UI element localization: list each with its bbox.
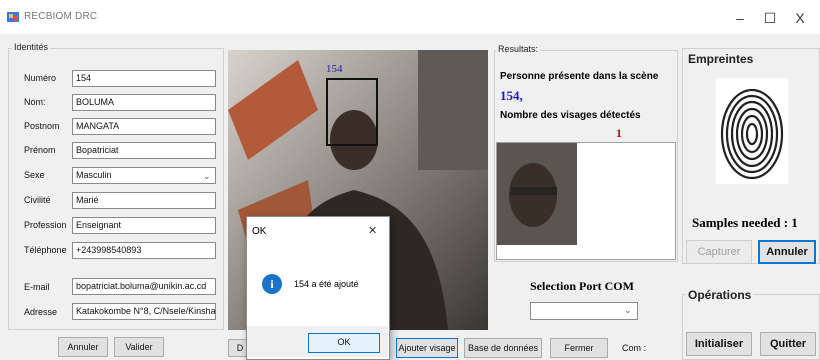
face-label: 154 xyxy=(326,63,343,75)
identity-annuler-button[interactable]: Annuler xyxy=(58,337,108,357)
operations-group-title: Opérations xyxy=(686,288,754,302)
label-postnom: Postnom xyxy=(24,121,60,131)
title-bar: RECBIOM DRC – ☐ X xyxy=(0,0,820,34)
dialog-title: OK xyxy=(252,226,267,237)
valider-button[interactable]: Valider xyxy=(114,337,164,357)
app-icon xyxy=(6,10,20,24)
capturer-button[interactable]: Capturer xyxy=(686,240,752,264)
profession-field[interactable]: Enseignant xyxy=(72,217,216,234)
label-telephone: Téléphone xyxy=(24,245,67,255)
telephone-field[interactable]: +243998540893 xyxy=(72,242,216,259)
fingerprint-group-title: Empreintes xyxy=(686,52,756,66)
label-prenom: Prénom xyxy=(24,145,56,155)
close-button[interactable]: X xyxy=(786,8,814,28)
civilite-field[interactable]: Marié xyxy=(72,192,216,209)
initialiser-button[interactable]: Initialiser xyxy=(686,332,752,356)
ok-button[interactable]: OK xyxy=(308,333,380,353)
dialog-close-icon[interactable]: ✕ xyxy=(368,224,377,237)
prenom-field[interactable]: Bopatriciat xyxy=(72,142,216,159)
port-chevron-down-icon[interactable]: ⌄ xyxy=(624,305,632,316)
samples-needed-label: Samples needed : 1 xyxy=(692,215,798,230)
port-com-label: Selection Port COM xyxy=(530,279,634,293)
identity-group-title: Identités xyxy=(12,42,51,52)
detected-face-panel xyxy=(496,142,676,260)
numero-field[interactable]: 154 xyxy=(72,70,216,87)
label-profession: Profession xyxy=(24,220,67,230)
dialog-message: 154 a été ajouté xyxy=(294,279,359,289)
email-field[interactable]: bopatriciat.boluma@unikin.ac.cd xyxy=(72,278,216,295)
results-faces-label: Nombre des visages détectés xyxy=(500,110,641,121)
label-sexe: Sexe xyxy=(24,170,45,180)
label-adresse: Adresse xyxy=(24,307,58,317)
fingerprint-icon xyxy=(720,88,784,180)
window-title: RECBIOM DRC xyxy=(24,11,98,22)
results-person-id: 154, xyxy=(500,88,523,103)
base-de-donnees-button[interactable]: Base de données xyxy=(464,338,542,358)
info-icon: i xyxy=(262,274,282,294)
fingerprint-image xyxy=(716,78,788,184)
quitter-button[interactable]: Quitter xyxy=(760,332,816,356)
maximize-button[interactable]: ☐ xyxy=(756,8,784,28)
fermer-button[interactable]: Fermer xyxy=(550,338,608,358)
detected-face-image xyxy=(497,143,577,245)
minimize-button[interactable]: – xyxy=(726,8,754,28)
nom-field[interactable]: BOLUMA xyxy=(72,94,216,111)
com-label: Com : xyxy=(622,343,647,353)
results-presence-label: Personne présente dans la scène xyxy=(500,71,659,82)
label-civilite: Civilité xyxy=(24,195,51,205)
face-detection-box xyxy=(326,78,378,146)
label-email: E-mail xyxy=(24,282,50,292)
label-numero: Numéro xyxy=(24,73,57,83)
results-group-title: Resultats: xyxy=(496,44,541,54)
port-com-select[interactable] xyxy=(530,302,638,320)
sexe-select[interactable]: Masculin xyxy=(72,167,216,184)
results-face-count: 1 xyxy=(616,126,622,140)
chevron-down-icon[interactable]: ⌄ xyxy=(203,171,211,182)
label-nom: Nom: xyxy=(24,97,46,107)
fingerprint-annuler-button[interactable]: Annuler xyxy=(758,240,816,264)
ajouter-visage-button[interactable]: Ajouter visage xyxy=(396,338,458,358)
adresse-field[interactable]: Katakokombe N°8, C/Nsele/Kinshas xyxy=(72,303,216,320)
sexe-value: Masculin xyxy=(76,170,112,180)
postnom-field[interactable]: MANGATA xyxy=(72,118,216,135)
